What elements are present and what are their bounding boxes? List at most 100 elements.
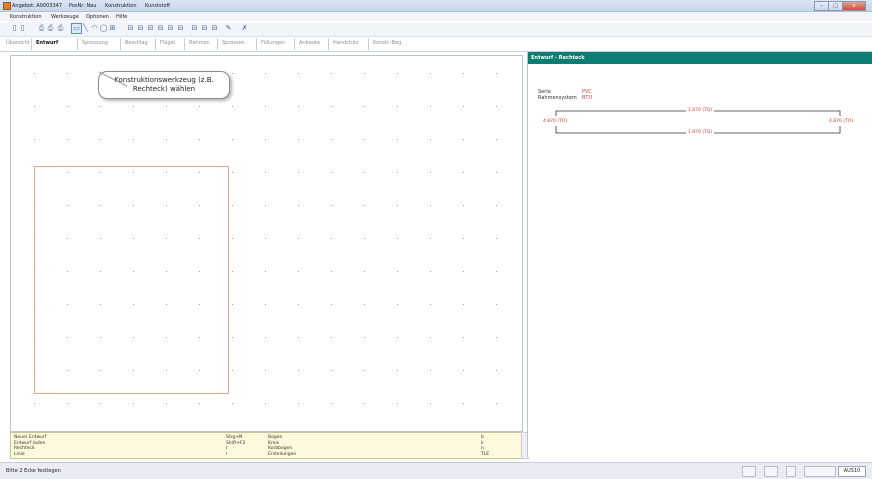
grid-dot — [34, 106, 35, 107]
grid-dot — [232, 73, 233, 74]
grid-dot — [331, 337, 332, 338]
grid-dot — [397, 337, 398, 338]
tab-entwurf[interactable]: Entwurf — [36, 40, 58, 46]
grid-dot — [232, 205, 233, 206]
grid-dot — [100, 337, 101, 338]
magic-tool-icon[interactable]: ✎ — [224, 24, 233, 33]
title-position: PosNr: Neu — [69, 3, 97, 9]
grid-dot — [166, 238, 167, 239]
grid-dot — [100, 106, 101, 107]
tab-konstr-beg-[interactable]: Konstr.-Beg. — [373, 40, 403, 46]
print-icon[interactable]: ⎙ — [46, 24, 55, 33]
print-icon[interactable]: ⎙ — [56, 24, 65, 33]
tab-flügel[interactable]: Flügel — [160, 40, 175, 46]
shortcut-col4-item: b — [481, 435, 484, 440]
grid-dot — [364, 337, 365, 338]
tab-separator — [328, 38, 329, 50]
grid-dot — [298, 106, 299, 107]
tab-rahmen[interactable]: Rahmen — [189, 40, 210, 46]
grid-dot — [133, 205, 134, 206]
split-tool-icon[interactable]: ⊟ — [126, 24, 135, 33]
grid-dot — [166, 106, 167, 107]
grid-dot — [298, 403, 299, 404]
grid-dot — [331, 271, 332, 272]
menu-werkzeuge[interactable]: Werkzeuge — [51, 14, 79, 20]
grid-dot — [463, 403, 464, 404]
grid-dot — [364, 139, 365, 140]
delete-tool-icon[interactable]: ✗ — [240, 24, 249, 33]
grid-dot — [199, 139, 200, 140]
tab-füllungen[interactable]: Füllungen — [261, 40, 285, 46]
tab-sprossung[interactable]: Sprossung — [82, 40, 108, 46]
grid-dot — [100, 205, 101, 206]
tab-übersicht[interactable]: Übersicht — [6, 40, 30, 46]
grid-dot — [199, 337, 200, 338]
grid-dot — [496, 271, 497, 272]
minimize-button[interactable]: – — [814, 1, 829, 11]
drawing-canvas[interactable] — [10, 55, 523, 432]
grid-dot — [298, 172, 299, 173]
menu-konstruktion[interactable]: Konstruktion — [10, 14, 42, 20]
split-tool-icon[interactable]: ⊟ — [190, 24, 199, 33]
maximize-button[interactable]: □ — [828, 1, 843, 11]
status-mode-box[interactable]: AUS10 — [838, 466, 866, 477]
tab-sprossen[interactable]: Sprossen — [222, 40, 245, 46]
circle-tool-icon[interactable]: ◯ — [99, 24, 108, 33]
wing-tool-icon[interactable]: ⊞ — [108, 24, 117, 33]
tab-handstutz[interactable]: Handstutz — [333, 40, 359, 46]
grid-dot — [331, 370, 332, 371]
shortcut-col3-item: Bogen — [268, 435, 283, 440]
grid-dot — [166, 403, 167, 404]
grid-dot — [430, 106, 431, 107]
split-tool-icon[interactable]: ⊟ — [136, 24, 145, 33]
menu-hilfe[interactable]: Hilfe — [116, 14, 127, 20]
shortcut-col1-item: Linie — [14, 451, 25, 457]
grid-dot — [67, 304, 68, 305]
grid-dot — [265, 337, 266, 338]
grid-dot — [430, 304, 431, 305]
new-icon[interactable]: ▯ — [18, 24, 27, 33]
grid-dot — [463, 139, 464, 140]
line-tool-icon[interactable]: ╲ — [81, 24, 90, 33]
grid-dot — [265, 205, 266, 206]
shortcut-col2-item: Shift+F2 — [226, 440, 246, 446]
rectangle-shape[interactable] — [34, 166, 229, 394]
grid-dot — [397, 271, 398, 272]
grid-dot — [397, 370, 398, 371]
grid-dot — [100, 172, 101, 173]
grid-dot — [496, 106, 497, 107]
grid-dot — [364, 403, 365, 404]
menu-optionen[interactable]: Optionen — [86, 14, 109, 20]
shortcut-col4-item: n — [481, 446, 484, 451]
print-icon[interactable]: ⎙ — [37, 24, 46, 33]
grid-dot — [34, 403, 35, 404]
arc-tool-icon[interactable]: ◠ — [90, 24, 99, 33]
shortcut-col4-item: k — [481, 440, 484, 446]
dimension-right: 4.870 (TO) — [829, 119, 854, 124]
grid-dot — [265, 238, 266, 239]
close-button[interactable]: x — [842, 1, 866, 11]
split-tool-icon[interactable]: ⊟ — [146, 24, 155, 33]
grid-dot — [463, 370, 464, 371]
split-tool-icon[interactable]: ⊟ — [210, 24, 219, 33]
grid-dot — [364, 271, 365, 272]
grid-dot — [232, 139, 233, 140]
shortcut-col3-item: Kreis — [268, 440, 280, 446]
tab-beschlag[interactable]: Beschlag — [125, 40, 148, 46]
grid-dot — [430, 271, 431, 272]
tab-separator — [155, 38, 156, 50]
split-tool-icon[interactable]: ⊟ — [176, 24, 185, 33]
grid-dot — [67, 337, 68, 338]
split-tool-icon[interactable]: ⊟ — [200, 24, 209, 33]
grid-dot — [463, 106, 464, 107]
grid-dot — [133, 370, 134, 371]
grid-dot — [430, 172, 431, 173]
app-icon — [3, 2, 11, 10]
grid-dot — [298, 238, 299, 239]
split-tool-icon[interactable]: ⊟ — [166, 24, 175, 33]
tab-anbaute[interactable]: Anbaute — [299, 40, 320, 46]
grid-dot — [166, 271, 167, 272]
split-tool-icon[interactable]: ⊟ — [156, 24, 165, 33]
shortcut-col2-item: l — [226, 451, 228, 457]
rahmensystem-value: BTU — [582, 95, 593, 101]
